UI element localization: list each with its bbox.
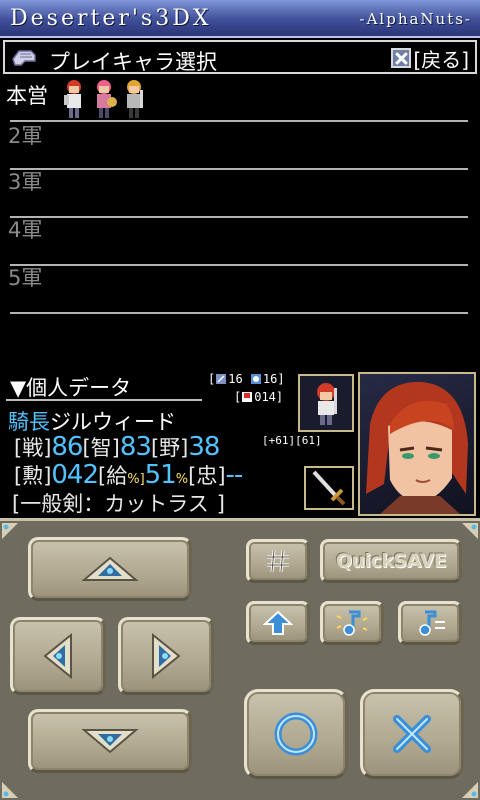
war-value: 86 <box>51 432 83 462</box>
corner-ornament-icon <box>2 523 18 539</box>
quicksave-button[interactable]: QuickSAVE <box>320 539 462 583</box>
title-bar: Deserter's3DX -AlphaNuts- <box>0 0 480 38</box>
troops-a: 16 <box>228 372 243 386</box>
sword-icon <box>312 470 346 506</box>
hp-stat: [+61][61] <box>262 434 322 447</box>
section-title: ▼個人データ <box>10 376 132 400</box>
shield-icon <box>250 374 261 384</box>
personal-data-panel: ▼個人データ [16 16] [014] 騎長ジルウィード [戦]86[智]83… <box>0 368 480 518</box>
merit-value: 042 <box>51 460 99 490</box>
amb-label: [野] <box>150 436 189 460</box>
corner-ornament-icon <box>2 782 18 798</box>
int-label: [智] <box>82 436 120 460</box>
music-mute-icon <box>419 610 445 636</box>
loyal-label: [忠] <box>188 464 226 488</box>
cross-cancel-icon <box>393 715 431 753</box>
gauntlet-cursor-icon <box>12 50 36 66</box>
loyal-value: -- <box>225 460 244 490</box>
cancel-button[interactable] <box>360 689 464 779</box>
screen-title: プレイキャラ選択 <box>49 50 217 74</box>
war-label: [戦] <box>14 436 52 460</box>
back-button[interactable]: [戻る] <box>391 45 469 72</box>
section-divider <box>6 399 202 401</box>
corner-ornament-icon <box>462 523 478 539</box>
page-up-button[interactable] <box>246 601 310 645</box>
arrow-up-icon <box>263 610 293 635</box>
music-note-icon <box>336 610 368 636</box>
army-row-empty <box>10 266 468 314</box>
merit-label: [勲] <box>14 464 52 488</box>
troop-stats: [16 16] <box>208 372 285 386</box>
int-value: 83 <box>119 432 152 462</box>
circle-confirm-icon <box>274 712 318 756</box>
arrow-right-icon <box>152 632 181 680</box>
dpad-up-button[interactable] <box>28 537 192 601</box>
hash-icon <box>267 549 289 573</box>
screen-header: プレイキャラ選択 [戻る] <box>3 40 477 74</box>
control-pad: QuickSAVE <box>0 518 480 800</box>
rank-label: 騎長 <box>8 410 50 434</box>
character-name: ジルウィード <box>50 410 176 434</box>
character-portrait <box>358 372 476 516</box>
portrait-face-icon <box>366 381 468 514</box>
salary-label: [給 <box>98 464 128 488</box>
dpad-left-button[interactable] <box>10 617 106 695</box>
confirm-button[interactable] <box>244 689 348 779</box>
knight-sprite-icon <box>317 383 337 425</box>
developer-name: -AlphaNuts- <box>359 10 472 28</box>
corner-ornament-icon <box>462 782 478 798</box>
food-stat: [014] <box>234 390 284 404</box>
stat-row-1: [戦]86[智]83[野]38 <box>14 432 220 462</box>
amb-value: 38 <box>188 432 220 462</box>
arrow-up-icon <box>81 556 139 581</box>
stat-row-2: [勲]042[給%]51%[忠]-- <box>14 460 244 490</box>
flag-icon <box>242 392 253 402</box>
app-name: Deserter's3DX <box>10 6 212 31</box>
weapon-name: [一般剣：カットラス <box>12 492 209 516</box>
weapon-row: [一般剣：カットラス] <box>12 492 225 516</box>
army-list: 本営 2軍 3軍 4軍 5軍 <box>0 76 480 366</box>
dpad-down-button[interactable] <box>28 709 192 773</box>
character-sprite <box>298 374 354 432</box>
arrow-left-icon <box>43 632 72 680</box>
food-value: 014 <box>254 390 276 404</box>
weapon-slot <box>304 466 354 510</box>
grid-button[interactable] <box>246 539 310 583</box>
dpad-right-button[interactable] <box>118 617 214 695</box>
music-button[interactable] <box>320 601 384 645</box>
music-off-button[interactable] <box>398 601 462 645</box>
arrow-down-icon <box>81 729 139 754</box>
soldier-icon <box>216 374 227 384</box>
close-icon <box>391 48 412 68</box>
troops-b: 16 <box>262 372 278 386</box>
salary-value: 51 <box>144 460 177 490</box>
back-label: [戻る] <box>413 47 469 72</box>
